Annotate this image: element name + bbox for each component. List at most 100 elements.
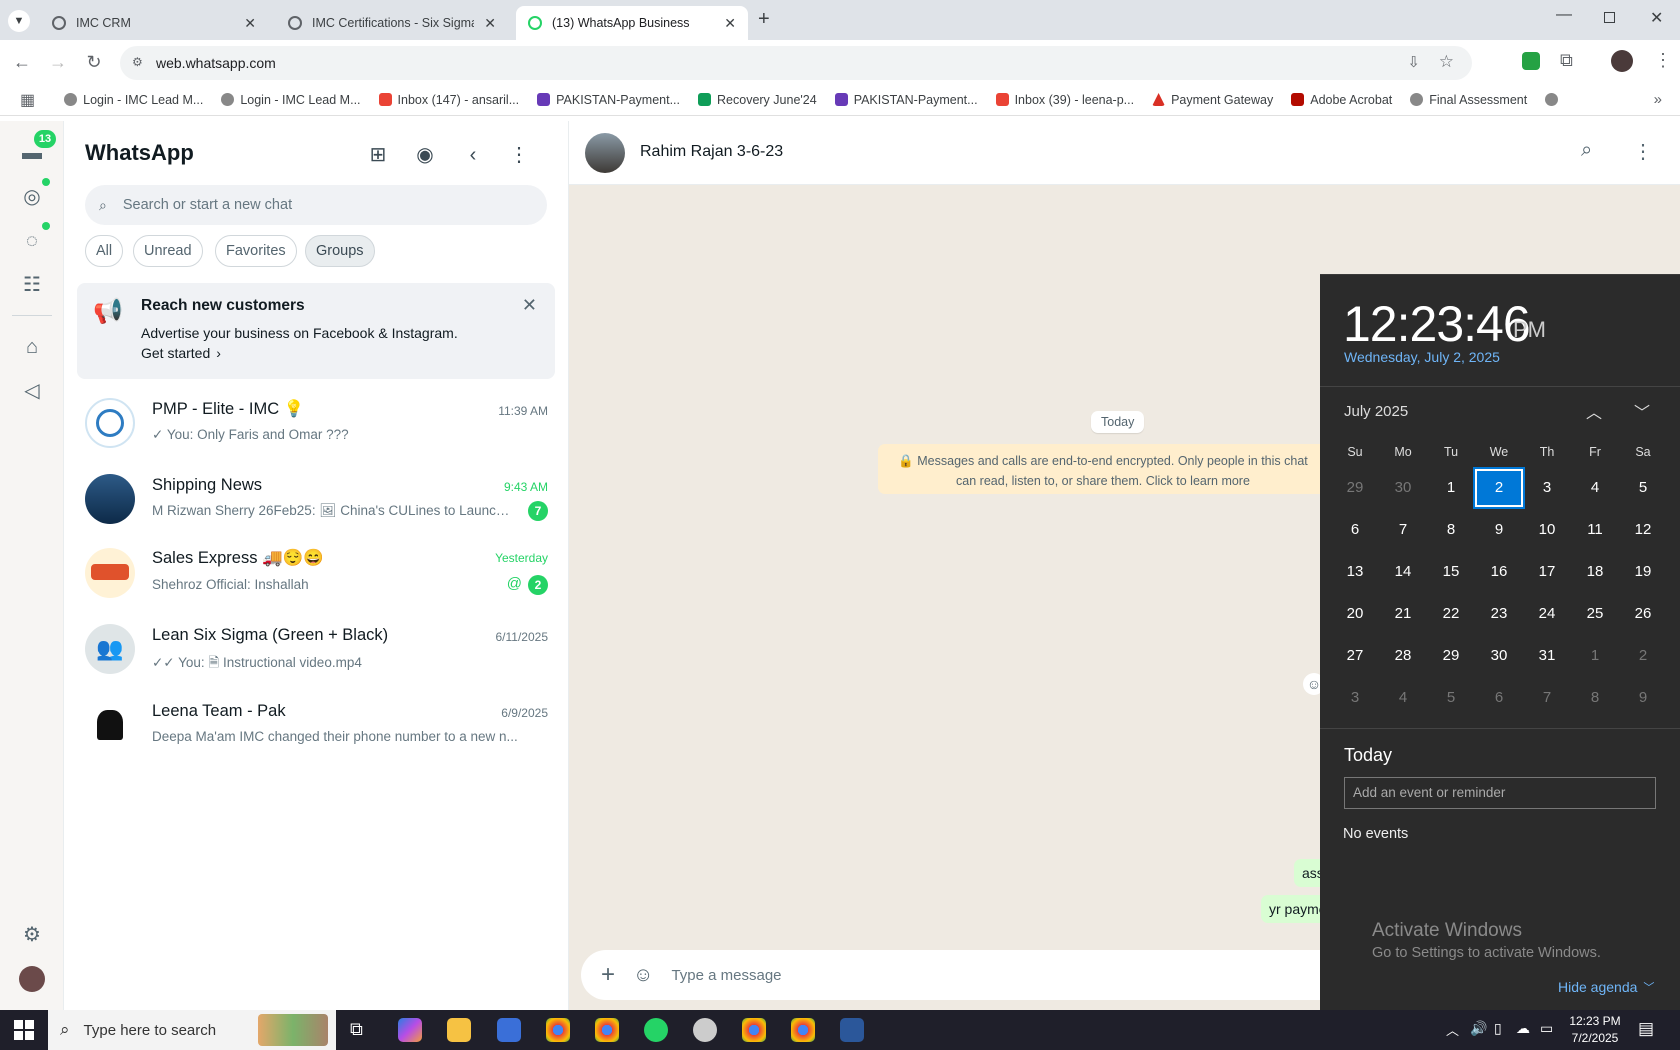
calendar-day[interactable]: 2 — [1619, 637, 1667, 675]
whatsapp-icon[interactable] — [644, 1018, 668, 1042]
calendar-day[interactable]: 9 — [1475, 511, 1523, 549]
calendar-day[interactable]: 19 — [1619, 553, 1667, 591]
calendar-day[interactable]: 13 — [1331, 553, 1379, 591]
search-icon[interactable]: ⌕ — [1581, 139, 1592, 162]
chrome-icon[interactable] — [742, 1018, 766, 1042]
calendar-day[interactable]: 21 — [1379, 595, 1427, 633]
browser-tab[interactable]: IMC Certifications - Six Sigma G ✕ — [276, 6, 508, 40]
calendar-day-today[interactable]: 2 — [1473, 467, 1525, 509]
month-label[interactable]: July 2025 — [1344, 403, 1408, 420]
search-input[interactable]: ⌕ Search or start a new chat — [85, 185, 547, 225]
chat-row[interactable]: Sales Express 🚚😌😄 Yesterday Shehroz Offi… — [64, 537, 569, 611]
conversation-menu-icon[interactable]: ⋮ — [1633, 139, 1653, 164]
close-promo-icon[interactable]: ✕ — [522, 295, 537, 316]
calendar-day[interactable]: 12 — [1619, 511, 1667, 549]
app-icon[interactable] — [497, 1018, 521, 1042]
install-app-icon[interactable]: ⇩ — [1407, 53, 1420, 71]
current-date-link[interactable]: Wednesday, July 2, 2025 — [1344, 349, 1500, 365]
profile-avatar[interactable] — [19, 966, 45, 992]
conversation-header[interactable]: Rahim Rajan 3-6-23 ⌕ ⋮ — [569, 121, 1680, 185]
message-input[interactable]: Type a message — [671, 967, 781, 984]
calendar-day[interactable]: 4 — [1571, 469, 1619, 507]
communities-icon[interactable]: ☷ — [20, 273, 44, 297]
calendar-day[interactable]: 14 — [1379, 553, 1427, 591]
calendar-day[interactable]: 16 — [1475, 553, 1523, 591]
apps-grid-icon[interactable]: ▦ — [20, 90, 35, 110]
channels-icon[interactable]: ◌ — [20, 229, 44, 253]
new-tab-icon[interactable]: + — [758, 8, 770, 31]
bookmark-item[interactable]: Recovery June'24 — [689, 93, 826, 107]
task-view-icon[interactable]: ⧉ — [350, 1019, 363, 1040]
browser-menu-icon[interactable]: ⋮ — [1654, 50, 1672, 71]
calendar-day[interactable]: 27 — [1331, 637, 1379, 675]
filter-chip-all[interactable]: All — [85, 235, 124, 267]
address-bar[interactable]: ⚙ web.whatsapp.com ⇩ ☆ — [120, 46, 1472, 80]
calendar-day[interactable]: 1 — [1427, 469, 1475, 507]
calendar-day[interactable]: 9 — [1619, 679, 1667, 717]
browser-tab-active[interactable]: (13) WhatsApp Business ✕ — [516, 6, 748, 40]
calendar-day[interactable]: 30 — [1475, 637, 1523, 675]
sticker-emoji-icon[interactable]: ☺ — [633, 964, 653, 987]
contact-avatar[interactable] — [585, 133, 625, 173]
notifications-icon[interactable]: ▤ — [1638, 1019, 1654, 1039]
calendar-day[interactable]: 18 — [1571, 553, 1619, 591]
file-explorer-icon[interactable] — [447, 1018, 471, 1042]
calendar-day[interactable]: 8 — [1571, 679, 1619, 717]
close-window-icon[interactable]: ✕ — [1650, 8, 1663, 28]
add-event-input[interactable]: Add an event or reminder — [1344, 777, 1656, 809]
bookmark-item[interactable]: Adobe Acrobat — [1282, 93, 1401, 107]
get-started-link[interactable]: Get started › — [141, 345, 221, 361]
close-tab-icon[interactable]: ✕ — [724, 15, 736, 32]
catalog-store-icon[interactable]: ⌂ — [20, 335, 44, 359]
calendar-day[interactable]: 5 — [1427, 679, 1475, 717]
calendar-day[interactable]: 31 — [1523, 637, 1571, 675]
close-tab-icon[interactable]: ✕ — [244, 15, 256, 32]
bookmark-item[interactable]: PAKISTAN-Payment... — [826, 93, 987, 107]
chrome-icon[interactable] — [791, 1018, 815, 1042]
minimize-window-icon[interactable]: — — [1556, 6, 1572, 24]
more-bookmarks-icon[interactable]: » — [1654, 91, 1662, 108]
next-month-chevron-down-icon[interactable]: ﹀ — [1634, 399, 1650, 423]
bookmark-item[interactable]: PAKISTAN-Payment... — [528, 93, 689, 107]
taskbar-clock[interactable]: 12:23 PM 7/2/2025 — [1564, 1013, 1626, 1047]
filter-chip-groups[interactable]: Groups — [305, 235, 375, 267]
weather-cloud-icon[interactable]: ☁ — [1516, 1020, 1530, 1037]
calendar-day[interactable]: 3 — [1523, 469, 1571, 507]
restore-window-icon[interactable] — [1604, 12, 1615, 23]
calendar-day[interactable]: 6 — [1331, 511, 1379, 549]
chat-row[interactable]: Leena Team - Pak 6/9/2025 Deepa Ma'am IM… — [64, 689, 569, 763]
word-icon[interactable] — [840, 1018, 864, 1042]
calendar-day[interactable]: 3 — [1331, 679, 1379, 717]
menu-more-icon[interactable]: ⋮ — [507, 143, 531, 167]
status-icon[interactable]: ◎ — [20, 185, 44, 209]
calendar-day[interactable]: 7 — [1379, 511, 1427, 549]
copilot-icon[interactable] — [398, 1018, 422, 1042]
calendar-day[interactable]: 11 — [1571, 511, 1619, 549]
filter-chip-favorites[interactable]: Favorites — [215, 235, 297, 267]
calendar-day[interactable]: 22 — [1427, 595, 1475, 633]
calendar-day[interactable]: 30 — [1379, 469, 1427, 507]
calendar-day[interactable]: 29 — [1427, 637, 1475, 675]
calendar-day[interactable]: 1 — [1571, 637, 1619, 675]
bookmark-item[interactable]: Inbox (39) - leena-p... — [987, 93, 1144, 107]
bookmark-item[interactable]: Payment Gateway — [1143, 93, 1282, 107]
extension-icon[interactable] — [1522, 52, 1540, 70]
show-hidden-icons-chevron-icon[interactable]: ︿ — [1446, 1020, 1459, 1039]
attach-plus-icon[interactable]: + — [601, 961, 615, 989]
chat-row[interactable]: PMP - Elite - IMC 💡 11:39 AM ✓ You: Only… — [64, 387, 569, 461]
taskbar-search-box[interactable]: ⌕ Type here to search — [48, 1010, 336, 1050]
hide-eye-icon[interactable]: ◉ — [413, 143, 437, 167]
volume-icon[interactable]: 🔊 — [1470, 1020, 1487, 1037]
calendar-day[interactable]: 17 — [1523, 553, 1571, 591]
calendar-day[interactable]: 24 — [1523, 595, 1571, 633]
forward-arrow-icon[interactable]: → — [48, 52, 68, 72]
calendar-day[interactable]: 4 — [1379, 679, 1427, 717]
encryption-notice[interactable]: 🔒 Messages and calls are end-to-end encr… — [878, 444, 1328, 494]
bookmark-item[interactable] — [1536, 93, 1567, 106]
previous-month-chevron-up-icon[interactable]: ︿ — [1586, 399, 1602, 423]
windows-start-icon[interactable] — [14, 1020, 34, 1040]
calendar-day[interactable]: 6 — [1475, 679, 1523, 717]
browser-tab[interactable]: IMC CRM ✕ — [40, 6, 268, 40]
bookmark-item[interactable]: Login - IMC Lead M... — [55, 93, 212, 107]
calendar-day[interactable]: 23 — [1475, 595, 1523, 633]
